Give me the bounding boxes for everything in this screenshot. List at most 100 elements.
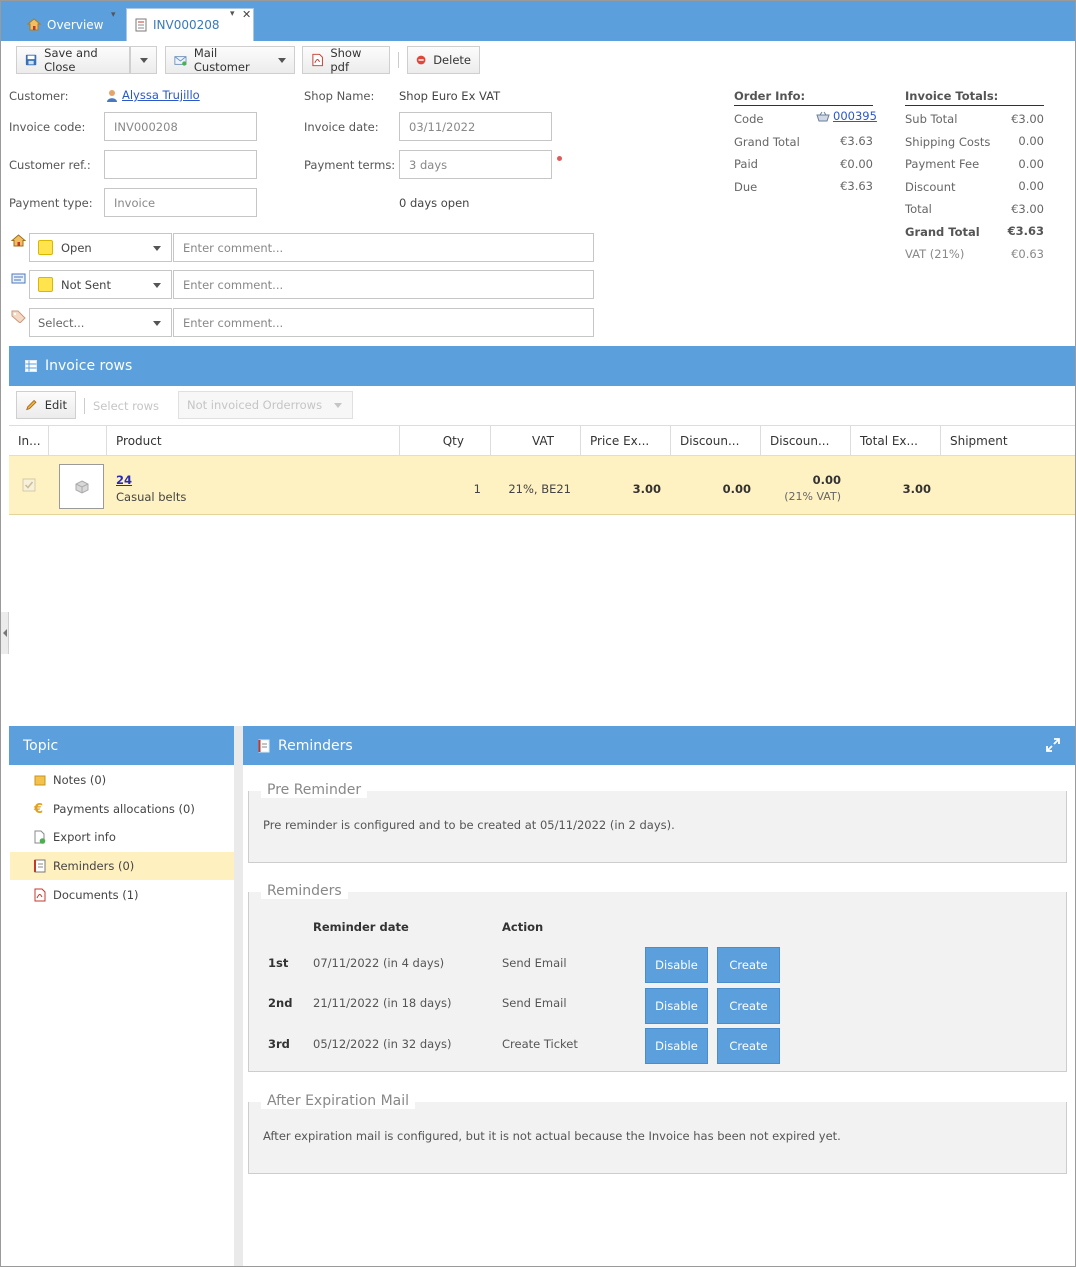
payment-terms-field[interactable]: 3 days [399,150,552,179]
col-header-qty[interactable]: Qty [400,426,491,456]
invoice-date-field[interactable]: 03/11/2022 [399,112,552,141]
discount1-value: 0.00 [722,482,751,496]
create-button[interactable]: Create [717,988,780,1024]
topic-item-documents[interactable]: Documents (1) [10,881,234,909]
select-rows-button[interactable]: Select rows [93,399,159,413]
required-indicator [557,156,562,161]
notes-icon [34,775,46,786]
col-action: Action [502,920,544,934]
tag-select[interactable]: Select... [29,308,172,337]
edit-button[interactable]: Edit [16,391,76,419]
topic-title: Topic [23,737,59,754]
pdf-icon [312,53,323,67]
disable-button[interactable]: Disable [645,988,708,1024]
reminders-section: Reminders Reminder date Action 1st 07/11… [248,880,1067,1072]
delete-button[interactable]: Delete [407,46,480,74]
topic-item-notes[interactable]: Notes (0) [10,766,234,794]
euro-icon: € [34,801,44,817]
tab-bar: Overview ▾ INV000208 ▾ ✕ [1,1,1075,41]
reminder-date: 05/12/2022 (in 32 days) [313,1037,452,1051]
topic-item-payments[interactable]: € Payments allocations (0) [10,795,234,823]
shipping-costs-value: 0.00 [1018,134,1044,148]
not-invoiced-select[interactable]: Not invoiced Orderrows [178,391,353,419]
payment-type-field[interactable]: Invoice [104,188,257,217]
message-icon [11,273,26,284]
customer-ref-field[interactable] [104,150,257,179]
collapse-handle[interactable] [1,612,9,654]
status-comment-input[interactable]: Enter comment... [173,233,594,262]
reminder-ordinal: 2nd [268,996,293,1010]
col-header-shipment[interactable]: Shipment [941,426,1075,456]
disable-button[interactable]: Disable [645,947,708,983]
total-label: Total [905,202,932,216]
checkbox-icon[interactable] [22,478,36,492]
tab-overview-label: Overview [47,17,104,32]
col-reminder-date: Reminder date [313,920,409,934]
panel-splitter[interactable] [234,726,243,1266]
col-header-discount2[interactable]: Discoun... [761,426,851,456]
col-header-invoiced[interactable]: In... [9,426,49,456]
sub-total-label: Sub Total [905,112,958,126]
reminder-action: Create Ticket [502,1037,578,1051]
tag-comment-input[interactable]: Enter comment... [173,308,594,337]
invoice-totals-title: Invoice Totals: [905,89,1044,106]
order-code-link[interactable]: 000395 [833,109,877,123]
payment-fee-label: Payment Fee [905,157,980,171]
status-select[interactable]: Open [29,233,172,262]
col-header-price[interactable]: Price Ex... [581,426,671,456]
vat-label: VAT (21%) [905,247,965,261]
col-header-vat[interactable]: VAT [491,426,581,456]
product-code-link[interactable]: 24 [116,473,132,487]
col-header-discount1[interactable]: Discoun... [671,426,761,456]
payment-type-label: Payment type: [9,196,93,210]
close-icon[interactable]: ✕ [242,8,251,21]
save-options-dropdown[interactable] [130,46,157,74]
order-grand-total-label: Grand Total [734,135,800,149]
shop-name-value: Shop Euro Ex VAT [399,89,501,103]
chevron-down-icon [153,283,161,288]
product-thumbnail[interactable] [59,464,104,509]
reminder-ordinal: 1st [268,956,289,970]
sent-status-select[interactable]: Not Sent [29,270,172,299]
person-icon [107,89,117,102]
expand-icon[interactable] [1046,738,1060,752]
tag-icon [11,310,26,323]
show-pdf-button[interactable]: Show pdf [302,46,390,74]
customer-link-wrap: Alyssa Trujillo [106,88,200,102]
price-value: 3.00 [632,482,661,496]
col-header-image [49,426,107,456]
table-row[interactable]: 24 Casual belts 1 21%, BE21 3.00 0.00 0.… [9,456,1075,515]
mail-customer-button[interactable]: Mail Customer [165,46,295,74]
mail-icon [174,55,187,66]
tab-overview-menu-icon[interactable]: ▾ [111,10,116,20]
sub-total-value: €3.00 [1011,112,1044,126]
invoice-rows-title: Invoice rows [45,358,133,374]
tab-invoice-menu-icon[interactable]: ▾ [230,9,235,19]
reminder-action: Send Email [502,956,567,970]
pre-reminder-text: Pre reminder is configured and to be cre… [263,818,675,832]
topic-item-export[interactable]: Export info [10,823,234,851]
tab-overview[interactable]: Overview [19,8,119,41]
order-paid-value: €0.00 [840,157,873,171]
create-button[interactable]: Create [717,1028,780,1064]
customer-link[interactable]: Alyssa Trujillo [122,88,200,102]
col-header-total[interactable]: Total Ex... [851,426,941,456]
payment-terms-label: Payment terms: [304,158,396,172]
invoice-code-field[interactable]: INV000208 [104,112,257,141]
grand-total-label: Grand Total [905,225,980,239]
order-paid-label: Paid [734,157,758,171]
create-button[interactable]: Create [717,947,780,983]
col-header-product[interactable]: Product [107,426,400,456]
disable-button[interactable]: Disable [645,1028,708,1064]
order-code-label: Code [734,112,764,126]
tab-invoice-label: INV000208 [153,18,220,32]
status-color-icon [38,277,53,292]
pre-reminder-section: Pre Reminder Pre reminder is configured … [248,779,1067,863]
discount2-value: 0.00 [812,473,841,487]
chevron-down-icon [153,246,161,251]
topic-item-reminders[interactable]: Reminders (0) [10,852,234,880]
reminder-action: Send Email [502,996,567,1010]
chevron-left-icon [2,629,7,637]
save-and-close-button[interactable]: Save and Close [16,46,130,74]
sent-comment-input[interactable]: Enter comment... [173,270,594,299]
